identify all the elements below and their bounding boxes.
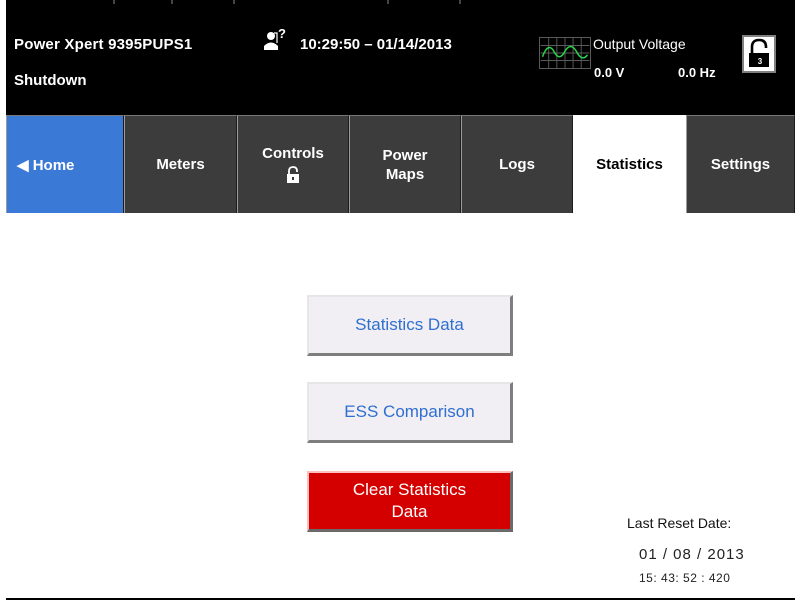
tab-home[interactable]: ◀ Home [6, 115, 124, 213]
tab-statistics-label: Statistics [596, 155, 663, 173]
ups-touchscreen: Power Xpert 9395PUPS1 Shutdown ? 10:29:5… [6, 0, 795, 600]
date-time: 10:29:50 – 01/14/2013 [300, 36, 452, 53]
tab-logs-label: Logs [499, 156, 535, 173]
status-header: Power Xpert 9395PUPS1 Shutdown ? 10:29:5… [6, 0, 795, 115]
last-reset-label: Last Reset Date: [627, 515, 732, 531]
tab-settings-label: Settings [710, 156, 771, 173]
security-lock-button[interactable]: 3 [742, 35, 776, 73]
tab-power-maps-label: Power Maps [382, 146, 428, 183]
output-voltage-value: 0.0 V [594, 65, 625, 80]
top-tick-marks [113, 0, 461, 4]
lock-level-number: 3 [757, 57, 763, 66]
tab-home-label: ◀ Home [17, 156, 75, 174]
unlocked-padlock-icon [287, 166, 299, 183]
user-level-badge: ? [278, 26, 286, 41]
statistics-data-button[interactable]: Statistics Data [307, 295, 513, 356]
ess-comparison-button[interactable]: ESS Comparison [307, 382, 513, 443]
tab-controls-label: Controls [262, 145, 324, 162]
tab-statistics[interactable]: Statistics [573, 115, 686, 213]
main-tab-bar: ◀ Home Meters Controls Power Maps Logs S… [6, 115, 795, 215]
system-status: Shutdown [14, 72, 87, 89]
tab-power-maps[interactable]: Power Maps [349, 115, 461, 213]
clear-statistics-label-line1: Clear Statistics [352, 480, 467, 499]
ess-comparison-button-label: ESS Comparison [344, 402, 475, 421]
clear-statistics-label-line2: Data [391, 502, 428, 521]
last-reset-time: 15: 43: 52 : 420 [639, 571, 731, 585]
tab-meters-label: Meters [156, 156, 205, 173]
waveform-icon [539, 37, 591, 69]
tab-controls[interactable]: Controls [237, 115, 349, 213]
tab-meters[interactable]: Meters [124, 115, 237, 213]
statistics-data-button-label: Statistics Data [355, 315, 464, 334]
output-voltage-label: Output Voltage [593, 36, 686, 52]
clear-statistics-button[interactable]: Clear Statistics Data [307, 471, 513, 532]
output-frequency-value: 0.0 Hz [678, 65, 716, 80]
tab-settings[interactable]: Settings [686, 115, 795, 213]
last-reset-date: 01 / 08 / 2013 [639, 546, 745, 563]
device-model: Power Xpert 9395PUPS1 [14, 36, 193, 53]
tab-logs[interactable]: Logs [461, 115, 573, 213]
